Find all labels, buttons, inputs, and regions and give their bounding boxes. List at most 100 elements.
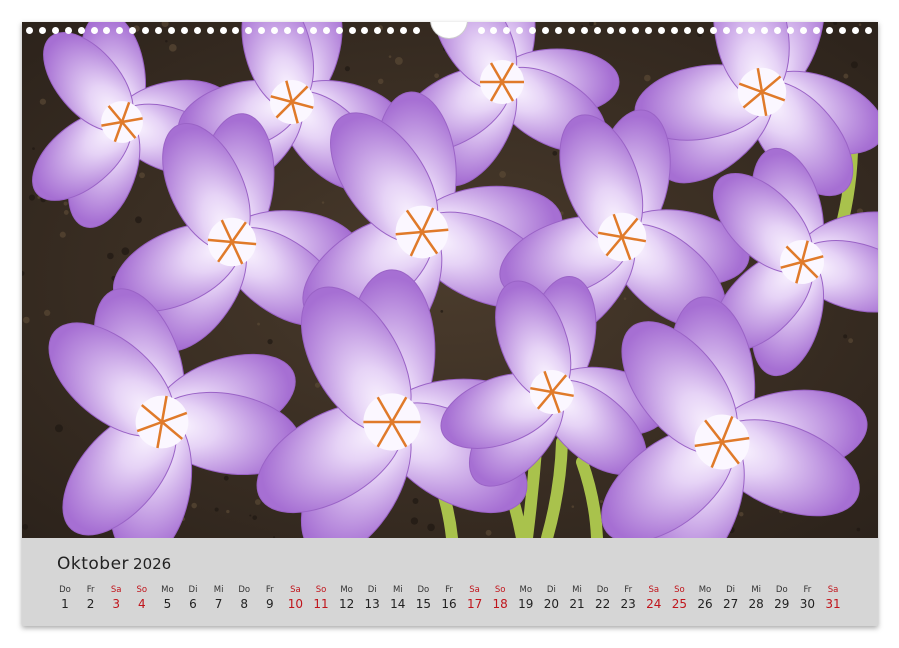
- weekday-label: Do: [59, 585, 71, 595]
- binding-hole: [516, 27, 524, 34]
- day-cell: Mi 7: [207, 584, 231, 612]
- day-number: 18: [492, 597, 508, 611]
- binding-hole: [77, 27, 85, 34]
- binding-hole: [800, 27, 807, 34]
- day-number: 22: [594, 597, 611, 611]
- weekday-label: Di: [726, 585, 736, 595]
- month-heading: Oktober 2026: [57, 554, 171, 574]
- day-number: 11: [313, 597, 329, 611]
- hanger-notch: [430, 22, 468, 39]
- binding-hole: [554, 27, 562, 34]
- day-number: 16: [441, 597, 457, 611]
- weekday-label: Do: [775, 585, 788, 595]
- binding-hole: [761, 27, 769, 34]
- calendar-strip: Oktober 2026 Do 1 Fr 2 Sa 3 So 4 Mo 5 Di 6 Mi 7 Do 8 Fr 9 S…: [22, 538, 878, 626]
- day-number: 2: [86, 597, 95, 611]
- day-cell: Sa 17: [463, 584, 487, 612]
- day-cell: Di 6: [181, 584, 205, 612]
- binding-hole: [219, 27, 227, 34]
- day-cell: Sa 24: [642, 584, 666, 612]
- day-cell: Mo 12: [335, 584, 359, 612]
- binding-hole: [361, 27, 369, 34]
- day-cell: Sa 10: [283, 584, 307, 612]
- day-number: 19: [518, 597, 534, 611]
- day-number: 31: [825, 597, 841, 611]
- weekday-label: Di: [188, 585, 198, 595]
- day-cell: Di 27: [719, 584, 743, 612]
- day-number: 28: [748, 597, 764, 611]
- weekday-label: Mi: [751, 585, 762, 595]
- binding-hole: [864, 27, 872, 34]
- weekday-label: Sa: [290, 585, 301, 595]
- day-number: 17: [466, 597, 483, 611]
- weekday-label: So: [674, 585, 685, 595]
- day-number: 26: [697, 597, 713, 611]
- day-cell: Mo 5: [155, 584, 179, 612]
- weekday-label: Fr: [86, 585, 95, 595]
- binding-hole: [490, 27, 498, 34]
- binding-hole: [567, 27, 575, 34]
- day-number: 25: [671, 597, 688, 611]
- weekday-label: Fr: [624, 585, 633, 595]
- day-cell: Fr 16: [437, 584, 461, 612]
- day-cell: Do 8: [232, 584, 256, 612]
- binding-hole: [26, 27, 33, 34]
- day-number: 20: [543, 597, 560, 611]
- day-cell: So 11: [309, 584, 333, 612]
- binding-hole: [38, 27, 46, 34]
- day-number: 3: [112, 597, 120, 611]
- binding-hole: [413, 27, 420, 34]
- binding-hole: [167, 27, 175, 34]
- weekday-label: Sa: [469, 585, 480, 595]
- day-cell: Fr 2: [79, 584, 103, 612]
- day-number: 10: [287, 597, 304, 611]
- day-number: 8: [240, 597, 248, 611]
- day-cell: Do 22: [591, 584, 615, 612]
- day-cell: Di 13: [360, 584, 384, 612]
- day-cell: So 18: [488, 584, 512, 612]
- flower-photo: [22, 22, 878, 538]
- binding-hole: [193, 27, 201, 34]
- weekday-label: Fr: [265, 585, 274, 595]
- day-cell: Sa 3: [104, 584, 128, 612]
- binding-hole: [245, 27, 253, 34]
- day-cell: So 4: [130, 584, 154, 612]
- binding-hole: [696, 27, 704, 34]
- binding-hole: [374, 27, 382, 34]
- day-number: 15: [415, 597, 432, 611]
- month-name: Oktober: [57, 554, 130, 574]
- weekday-label: So: [315, 585, 327, 595]
- day-cell: Mo 26: [693, 584, 717, 612]
- day-number: 13: [364, 597, 380, 611]
- weekday-label: Sa: [648, 585, 660, 595]
- binding-hole: [90, 27, 98, 34]
- binding-hole: [658, 27, 666, 34]
- day-cell: Mi 28: [744, 584, 768, 612]
- binding-hole: [64, 27, 72, 34]
- weekday-label: Mo: [698, 585, 712, 595]
- binding-hole: [258, 27, 266, 34]
- day-cell: Fr 23: [616, 584, 640, 612]
- binding-hole: [632, 27, 640, 34]
- day-number: 12: [338, 597, 355, 611]
- day-number: 9: [265, 597, 274, 611]
- binding-hole: [851, 27, 859, 34]
- weekday-label: Di: [546, 585, 556, 595]
- day-cell: So 25: [667, 584, 691, 612]
- calendar-page: Oktober 2026 Do 1 Fr 2 Sa 3 So 4 Mo 5 Di 6 Mi 7 Do 8 Fr 9 S…: [22, 22, 878, 626]
- weekday-label: Mo: [519, 585, 533, 595]
- weekday-label: Mi: [572, 585, 582, 595]
- year: 2026: [133, 555, 172, 573]
- binding-hole: [722, 27, 730, 34]
- weekday-label: Sa: [827, 585, 839, 595]
- day-number: 7: [214, 597, 223, 611]
- binding-hole: [103, 27, 111, 34]
- day-number: 4: [137, 597, 146, 611]
- binding-hole: [296, 27, 304, 34]
- binding-hole: [748, 27, 756, 34]
- binding-hole: [838, 27, 846, 34]
- binding-hole: [116, 27, 124, 34]
- weekday-label: So: [494, 585, 506, 595]
- binding-hole: [735, 27, 743, 34]
- binding-hole: [593, 27, 601, 34]
